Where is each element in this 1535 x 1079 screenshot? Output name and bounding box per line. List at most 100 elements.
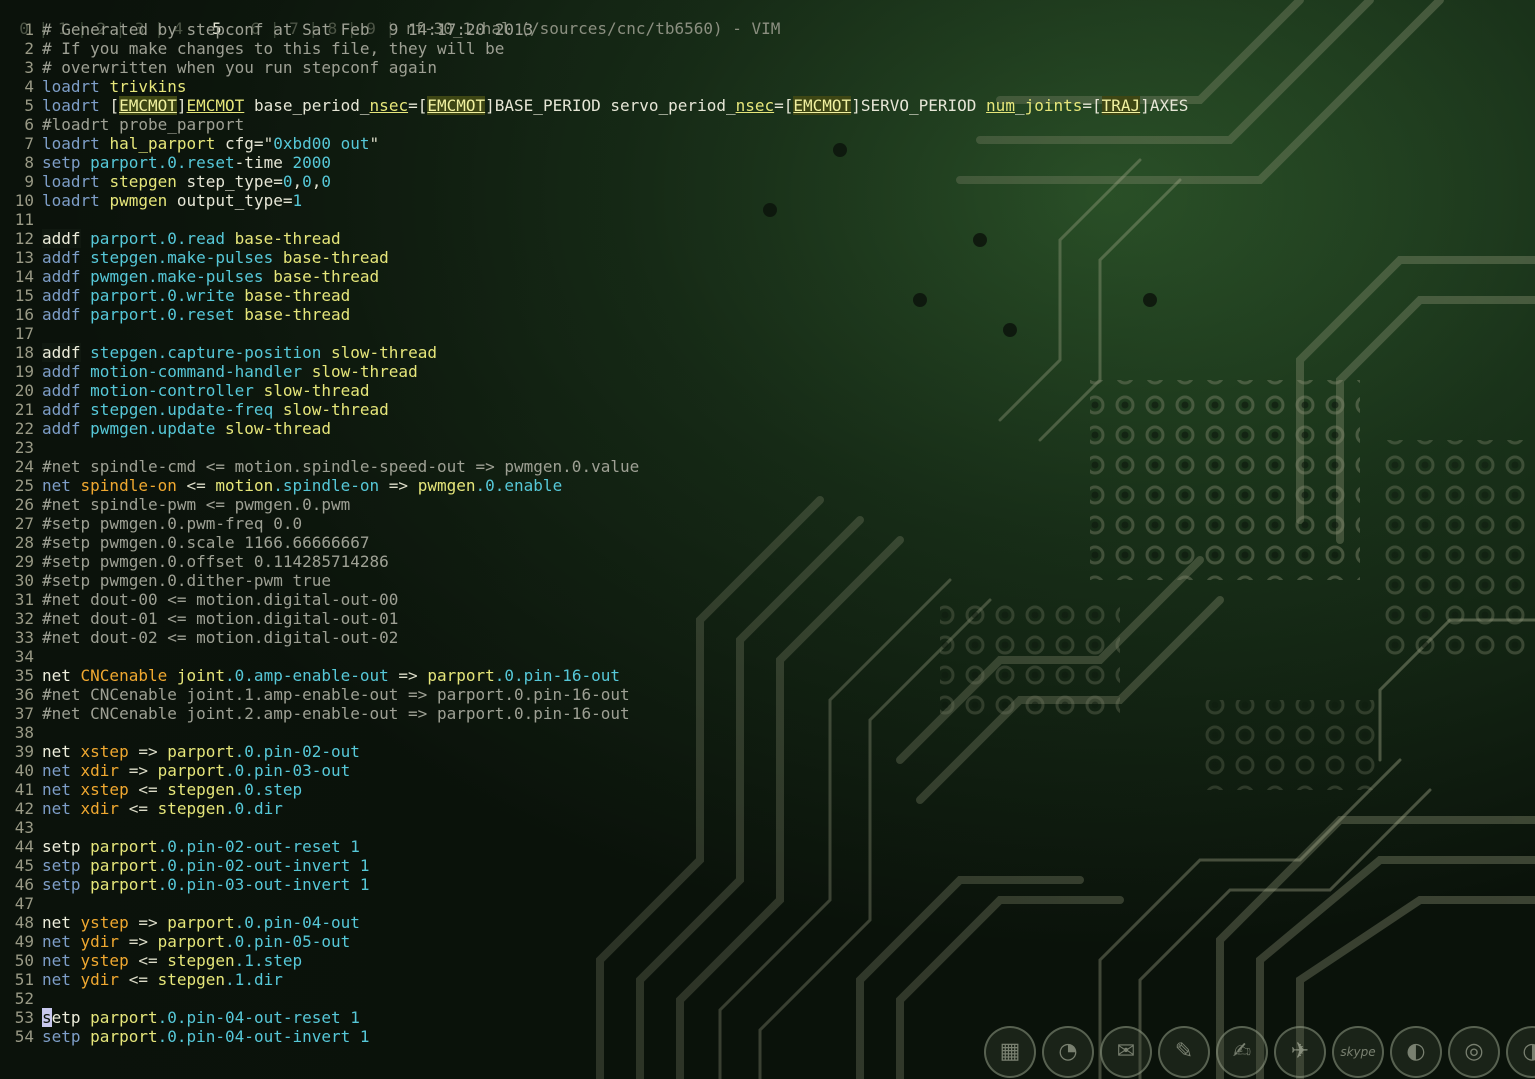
code-line[interactable]: 40 net xdir => parport.0.pin-03-out: [0, 761, 1188, 780]
code-line[interactable]: 17: [0, 324, 1188, 343]
code-line[interactable]: 7 loadrt hal_parport cfg="0xbd00 out": [0, 134, 1188, 153]
code-line[interactable]: 4 loadrt trivkins: [0, 77, 1188, 96]
code-line[interactable]: 35 net CNCenable joint.0.amp-enable-out =…: [0, 666, 1188, 685]
code-line[interactable]: 25 net spindle-on <= motion.spindle-on =>…: [0, 476, 1188, 495]
code-line[interactable]: 12 addf parport.0.read base-thread: [0, 229, 1188, 248]
code-token: net: [42, 913, 81, 932]
code-line[interactable]: 29 #setp pwmgen.0.offset 0.114285714286: [0, 552, 1188, 571]
code-line[interactable]: 11: [0, 210, 1188, 229]
skype-icon[interactable]: skype: [1332, 1026, 1384, 1078]
code-line[interactable]: 26 #net spindle-pwm <= pwmgen.0.pwm: [0, 495, 1188, 514]
code-token: xstep: [80, 780, 139, 799]
code-line[interactable]: 18 addf stepgen.capture-position slow-thr…: [0, 343, 1188, 362]
code-line[interactable]: 30 #setp pwmgen.0.dither-pwm true: [0, 571, 1188, 590]
code-line[interactable]: 16 addf parport.0.reset base-thread: [0, 305, 1188, 324]
mail-icon[interactable]: ✉: [1100, 1026, 1152, 1078]
browser-icon[interactable]: ◔: [1042, 1026, 1094, 1078]
line-number: 4: [24, 77, 34, 96]
line-number: 18: [14, 343, 34, 362]
line-number: 32: [14, 609, 34, 628]
code-line[interactable]: 44 setp parport.0.pin-02-out-reset 1: [0, 837, 1188, 856]
code-token: output_type=: [176, 191, 293, 210]
grid-icon[interactable]: ▦: [984, 1026, 1036, 1078]
chat-icon[interactable]: ◑: [1506, 1026, 1535, 1078]
code-line[interactable]: 19 addf motion-command-handler slow-threa…: [0, 362, 1188, 381]
code-line[interactable]: 14 addf pwmgen.make-pulses base-thread: [0, 267, 1188, 286]
code-line[interactable]: 37 #net CNCenable joint.2.amp-enable-out …: [0, 704, 1188, 723]
code-line[interactable]: 48 net ystep => parport.0.pin-04-out: [0, 913, 1188, 932]
code-line[interactable]: 28 #setp pwmgen.0.scale 1166.66666667: [0, 533, 1188, 552]
code-line[interactable]: 32 #net dout-01 <= motion.digital-out-01: [0, 609, 1188, 628]
line-number: 37: [14, 704, 34, 723]
code-line[interactable]: 52: [0, 989, 1188, 1008]
code-line[interactable]: 49 net ydir => parport.0.pin-05-out: [0, 932, 1188, 951]
line-number: 8: [24, 153, 34, 172]
code-token: #setp pwmgen.0.scale 1166.66666667: [42, 533, 370, 552]
code-line[interactable]: 45 setp parport.0.pin-02-out-invert 1: [0, 856, 1188, 875]
code-line[interactable]: 43: [0, 818, 1188, 837]
code-line[interactable]: 6 #loadrt probe_parport: [0, 115, 1188, 134]
code-token: num: [986, 96, 1015, 115]
code-line[interactable]: 46 setp parport.0.pin-03-out-invert 1: [0, 875, 1188, 894]
chrome-icon[interactable]: ◎: [1448, 1026, 1500, 1078]
code-token: parport: [427, 666, 495, 685]
code-line[interactable]: 15 addf parport.0.write base-thread: [0, 286, 1188, 305]
code-line[interactable]: 50 net ystep <= stepgen.1.step: [0, 951, 1188, 970]
code-token: EMCMOT: [427, 96, 486, 115]
line-number: 15: [14, 286, 34, 305]
code-line[interactable]: 1 # Generated by stepconf at Sat Feb 9 14…: [0, 20, 1188, 39]
line-number: 45: [14, 856, 34, 875]
code-line[interactable]: 8 setp parport.0.reset-time 2000: [0, 153, 1188, 172]
pencil-icon[interactable]: ✎: [1158, 1026, 1210, 1078]
line-number: 47: [14, 894, 34, 913]
code-line[interactable]: 5 loadrt [EMCMOT]EMCMOT base_period_nsec=…: [0, 96, 1188, 115]
code-line[interactable]: 33 #net dout-02 <= motion.digital-out-02: [0, 628, 1188, 647]
code-token: parport.0.reset: [90, 305, 245, 324]
code-line[interactable]: 24 #net spindle-cmd <= motion.spindle-spe…: [0, 457, 1188, 476]
code-line[interactable]: 21 addf stepgen.update-freq slow-thread: [0, 400, 1188, 419]
code-token: slow-thread: [331, 343, 437, 362]
firefox-icon[interactable]: ◐: [1390, 1026, 1442, 1078]
line-number: 31: [14, 590, 34, 609]
code-line[interactable]: 2 # If you make changes to this file, the…: [0, 39, 1188, 58]
code-line[interactable]: 36 #net CNCenable joint.1.amp-enable-out …: [0, 685, 1188, 704]
code-token: #net dout-02 <= motion.digital-out-02: [42, 628, 399, 647]
code-token: 1: [350, 1008, 360, 1027]
code-token: =>: [138, 742, 168, 761]
code-line[interactable]: 38: [0, 723, 1188, 742]
pin-icon[interactable]: ✈: [1274, 1026, 1326, 1078]
editor-icon[interactable]: ✍: [1216, 1026, 1268, 1078]
code-line[interactable]: 34: [0, 647, 1188, 666]
text-cursor: s: [42, 1008, 52, 1027]
code-token: cfg=: [225, 134, 264, 153]
code-token: .0.pin-04-out-invert: [157, 1027, 360, 1046]
code-line[interactable]: 31 #net dout-00 <= motion.digital-out-00: [0, 590, 1188, 609]
code-token: TRAJ: [1101, 96, 1141, 115]
code-token: base-thread: [244, 286, 351, 305]
code-line[interactable]: 27 #setp pwmgen.0.pwm-freq 0.0: [0, 514, 1188, 533]
code-line[interactable]: 10 loadrt pwmgen output_type=1: [0, 191, 1188, 210]
code-token: base-thread: [234, 229, 341, 248]
line-number: 11: [14, 210, 34, 229]
code-line[interactable]: 47: [0, 894, 1188, 913]
code-token: stepgen: [167, 951, 235, 970]
code-line[interactable]: 20 addf motion-controller slow-thread: [0, 381, 1188, 400]
line-number: 17: [14, 324, 34, 343]
code-line[interactable]: 13 addf stepgen.make-pulses base-thread: [0, 248, 1188, 267]
code-token: parport: [167, 742, 235, 761]
line-number: 43: [14, 818, 34, 837]
code-line[interactable]: 51 net ydir <= stepgen.1.dir: [0, 970, 1188, 989]
code-token: stepgen: [167, 780, 235, 799]
code-token: # overwritten when you run stepconf agai…: [42, 58, 437, 77]
vim-editor[interactable]: 1 # Generated by stepconf at Sat Feb 9 14…: [0, 20, 1189, 1046]
code-token: etp: [51, 1008, 91, 1027]
code-line[interactable]: 23: [0, 438, 1188, 457]
code-line[interactable]: 42 net xdir <= stepgen.0.dir: [0, 799, 1188, 818]
code-line[interactable]: 9 loadrt stepgen step_type=0,0,0: [0, 172, 1188, 191]
line-number: 44: [14, 837, 34, 856]
code-line[interactable]: 39 net xstep => parport.0.pin-02-out: [0, 742, 1188, 761]
code-line[interactable]: 41 net xstep <= stepgen.0.step: [0, 780, 1188, 799]
code-line[interactable]: 3 # overwritten when you run stepconf aga…: [0, 58, 1188, 77]
code-line[interactable]: 22 addf pwmgen.update slow-thread: [0, 419, 1188, 438]
